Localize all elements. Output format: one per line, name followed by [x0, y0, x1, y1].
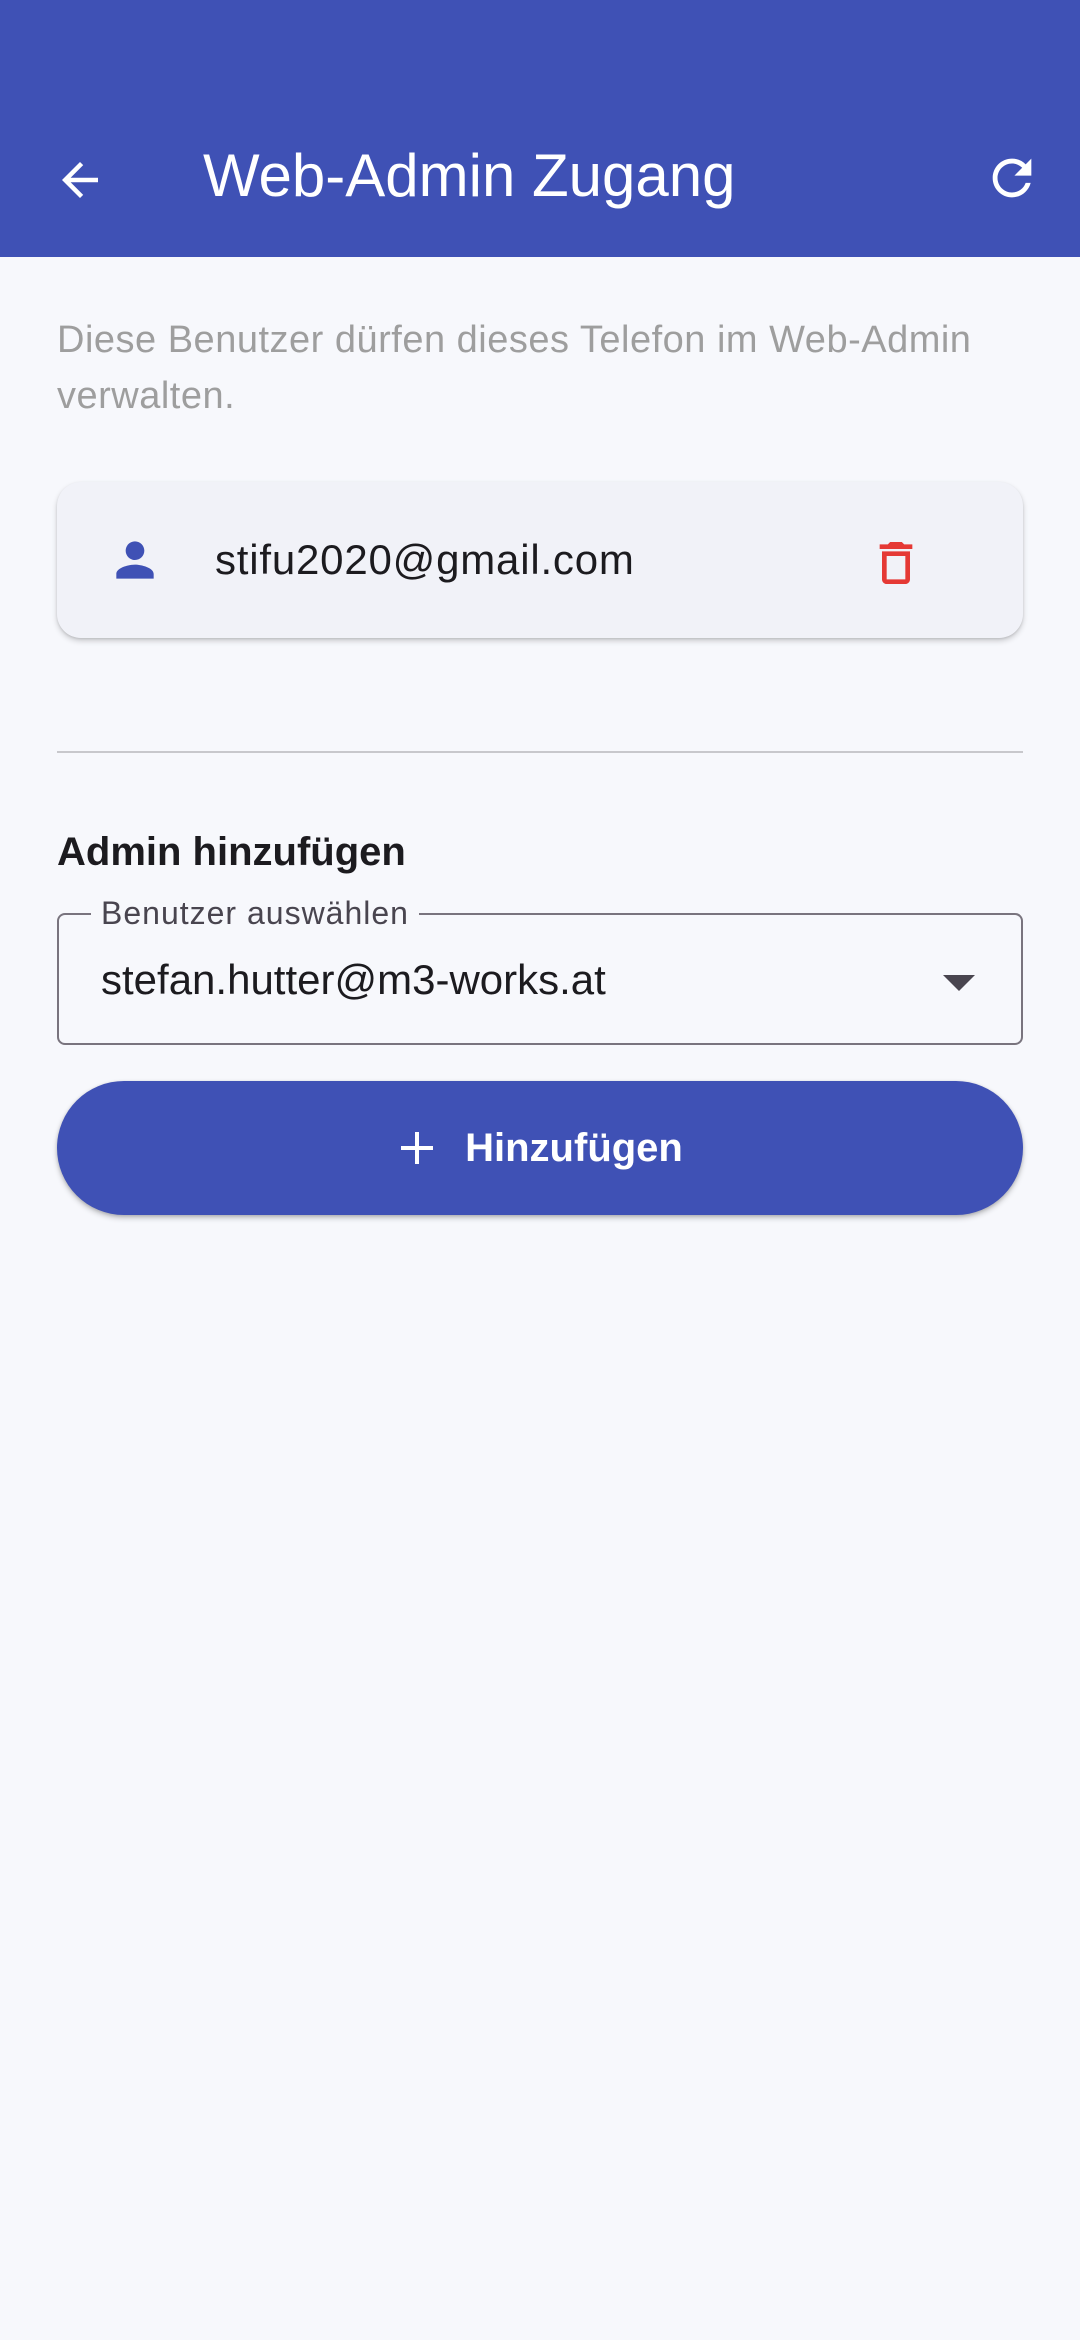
delete-admin-button[interactable]	[851, 518, 941, 608]
plus-icon	[401, 1132, 434, 1164]
arrow-back-icon	[62, 162, 98, 198]
person-icon	[116, 541, 154, 579]
back-button[interactable]	[40, 140, 120, 220]
add-admin-button[interactable]: Hinzufügen	[57, 1081, 1023, 1215]
add-admin-heading: Admin hinzufügen	[57, 830, 406, 874]
divider	[57, 751, 1023, 753]
admin-email: stifu2020@gmail.com	[215, 536, 635, 583]
delete-icon	[879, 542, 913, 584]
user-select-label: Benutzer auswählen	[91, 893, 419, 933]
user-select-dropdown[interactable]: Benutzer auswählen stefan.hutter@m3-work…	[57, 893, 1023, 1045]
add-button-label: Hinzufügen	[465, 1126, 683, 1170]
app-bar: Web-Admin Zugang	[0, 0, 1080, 257]
description-text: Diese Benutzer dürfen dieses Telefon im …	[57, 319, 972, 417]
refresh-icon	[992, 158, 1032, 198]
admin-list-item: stifu2020@gmail.com	[57, 482, 1023, 638]
user-select-value: stefan.hutter@m3-works.at	[101, 956, 606, 1003]
refresh-button[interactable]	[972, 138, 1052, 218]
page-title: Web-Admin Zugang	[203, 142, 736, 209]
dropdown-arrow-icon	[943, 975, 975, 991]
